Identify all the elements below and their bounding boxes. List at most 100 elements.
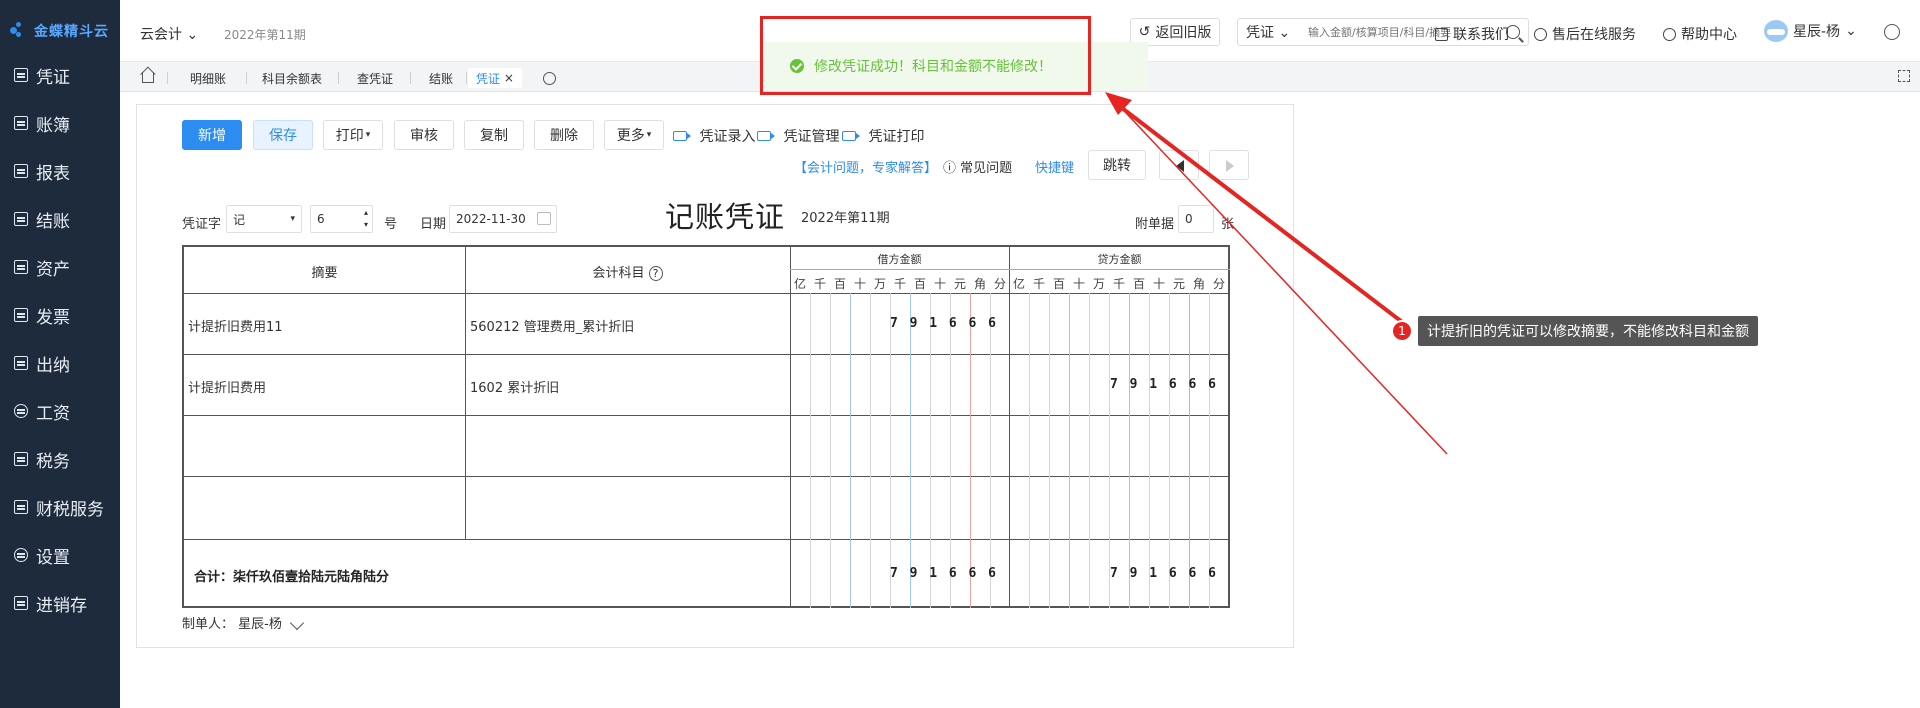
after-sales-link[interactable]: 售后在线服务 <box>1534 24 1636 44</box>
total-debit: 791666 <box>890 566 1008 581</box>
next-voucher-button[interactable] <box>1209 150 1249 180</box>
undo-icon: ↺ <box>1138 24 1151 40</box>
total-credit-value: 791666 <box>1110 566 1228 581</box>
contact-label: 联系我们 <box>1453 27 1509 43</box>
voucher-word-value: 记 <box>233 212 246 227</box>
tab-detail-ledger[interactable]: 明细账 <box>190 68 226 88</box>
sidebar-item-invoice[interactable]: 发票 <box>0 295 120 335</box>
digit-divider <box>1189 293 1190 608</box>
new-button[interactable]: 新增 <box>182 120 242 150</box>
faq-label: 常见问题 <box>960 161 1013 176</box>
tab-query-voucher[interactable]: 查凭证 <box>357 68 393 88</box>
contact-us-link[interactable]: 联系我们 <box>1435 24 1509 44</box>
row-summary[interactable]: 计提折旧费用 <box>188 377 266 396</box>
sidebar-item-closing[interactable]: 结账 <box>0 199 120 239</box>
digit-divider <box>1069 293 1070 608</box>
sidebar-item-reports[interactable]: 报表 <box>0 151 120 191</box>
digit-divider <box>810 293 811 608</box>
total-label: 合计：柒仟玖佰壹拾陆元陆角陆分 <box>194 570 390 585</box>
row-account[interactable]: 1602 累计折旧 <box>470 377 559 396</box>
question-icon[interactable]: ? <box>648 266 663 281</box>
home-icon[interactable] <box>142 72 154 83</box>
faq-link[interactable]: ⓘ 常见问题 <box>943 157 1012 176</box>
print-label: 打印 <box>335 128 364 144</box>
jump-button[interactable]: 跳转 <box>1088 150 1146 180</box>
fullscreen-icon[interactable] <box>1898 70 1910 82</box>
digit-divider <box>950 293 951 608</box>
app-switcher[interactable]: 云会计 ⌄ <box>140 24 198 44</box>
attachments-label: 附单据 <box>1135 217 1175 232</box>
number-suffix: 号 <box>384 217 398 232</box>
voucher-entry-link[interactable]: 凭证录入 <box>673 126 755 146</box>
voucher-period: 2022年第11期 <box>801 211 890 226</box>
search-scope-value: 凭证 <box>1246 25 1274 41</box>
sidebar-item-label: 报表 <box>36 163 70 184</box>
date-picker[interactable]: 2022-11-30 <box>449 205 557 233</box>
digit-unit-header: 百 <box>913 277 926 291</box>
row-account[interactable]: 560212 管理费用_累计折旧 <box>470 316 634 335</box>
save-button[interactable]: 保存 <box>253 120 313 150</box>
row-credit-amount[interactable]: 791666 <box>1110 377 1228 392</box>
help-center-link[interactable]: 帮助中心 <box>1663 24 1737 44</box>
inventory-icon <box>14 596 28 610</box>
voucher-manage-link[interactable]: 凭证管理 <box>757 126 839 146</box>
print-button[interactable]: 打印 ▾ <box>323 120 383 150</box>
digit-unit-header: 千 <box>893 277 906 291</box>
shortcut-link[interactable]: 快捷键 <box>1035 157 1074 176</box>
sidebar-item-payroll[interactable]: 工资 <box>0 391 120 431</box>
digit-divider <box>1049 293 1050 608</box>
summary-header: 摘要 <box>311 266 338 281</box>
prev-voucher-button[interactable] <box>1159 150 1199 180</box>
edit-icon[interactable] <box>289 615 305 631</box>
digit-divider <box>1129 293 1130 608</box>
more-label: 更多 <box>616 128 645 144</box>
row-debit-amount[interactable]: 791666 <box>890 316 1008 331</box>
logout-icon[interactable] <box>1884 24 1900 40</box>
maker-label: 制单人： <box>182 617 235 632</box>
sidebar-item-assets[interactable]: 资产 <box>0 247 120 287</box>
digit-unit-header: 分 <box>993 277 1006 291</box>
sidebar-item-cashier[interactable]: 出纳 <box>0 343 120 383</box>
user-menu[interactable]: 星辰-杨 ⌄ <box>1764 20 1857 42</box>
digit-unit-header: 万 <box>873 277 886 291</box>
more-button[interactable]: 更多 ▾ <box>604 120 664 150</box>
stepper-arrows-icon[interactable]: ▴ ▾ <box>364 207 368 231</box>
attachments-input[interactable]: 0 <box>1178 205 1214 233</box>
close-icon[interactable]: × <box>504 71 514 85</box>
tab-voucher[interactable]: 凭证 × <box>468 68 522 88</box>
digit-unit-header: 千 <box>1112 277 1125 291</box>
more-tabs-icon[interactable] <box>543 72 556 85</box>
sidebar-item-ledger[interactable]: 账簿 <box>0 103 120 143</box>
logo-text: 金蝶精斗云 <box>34 24 109 40</box>
sidebar-item-inventory[interactable]: 进销存 <box>0 583 120 623</box>
voucher-print-link[interactable]: 凭证打印 <box>842 126 924 146</box>
attachments-unit: 张 <box>1221 217 1235 232</box>
digit-unit-header: 千 <box>1032 277 1045 291</box>
search-scope-select[interactable]: 凭证 ⌄ <box>1246 22 1308 42</box>
delete-button[interactable]: 删除 <box>534 120 594 150</box>
digit-unit-header: 十 <box>853 277 866 291</box>
voucher-word-select[interactable]: 记 ▾ <box>226 205 302 233</box>
sidebar-item-settings[interactable]: 设置 <box>0 535 120 575</box>
voucher-number-stepper[interactable]: 6 ▴ ▾ <box>310 205 373 233</box>
cashier-icon <box>14 356 28 370</box>
sidebar-item-voucher[interactable]: 凭证 <box>0 55 120 95</box>
voucher-number-value: 6 <box>317 212 325 226</box>
copy-button[interactable]: 复制 <box>464 120 524 150</box>
annotation-badge: 1 <box>1391 320 1413 342</box>
expert-qa-link[interactable]: 【会计问题，专家解答】 <box>794 157 937 176</box>
sidebar-item-tax-service[interactable]: 财税服务 <box>0 487 120 527</box>
audit-button[interactable]: 审核 <box>394 120 454 150</box>
digit-unit-header: 十 <box>1072 277 1085 291</box>
sidebar-item-tax[interactable]: 税务 <box>0 439 120 479</box>
tab-closing[interactable]: 结账 <box>429 68 453 88</box>
invoice-icon <box>14 308 28 322</box>
row-summary[interactable]: 计提折旧费用11 <box>188 316 283 335</box>
digit-unit-header: 元 <box>1172 277 1185 291</box>
digit-divider <box>1209 293 1210 608</box>
caret-down-icon: ▾ <box>290 214 295 224</box>
digit-unit-header: 百 <box>1052 277 1065 291</box>
logo[interactable]: 金蝶精斗云 <box>10 18 109 44</box>
tab-account-balance[interactable]: 科目余额表 <box>262 68 322 88</box>
compass-icon <box>1663 27 1676 41</box>
